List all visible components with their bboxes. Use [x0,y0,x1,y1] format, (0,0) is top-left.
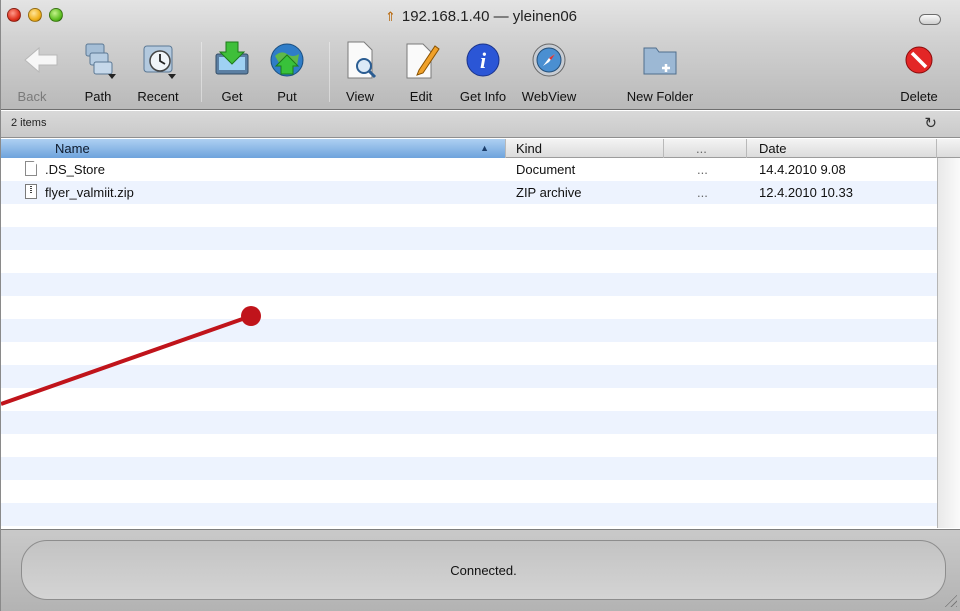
magnifier-document-icon [347,41,377,79]
file-list-header: Name ▲ Kind ... Date [1,139,960,158]
document-icon [25,161,37,176]
file-name: .DS_Store [45,162,105,177]
toolbar-toggle-button[interactable] [919,14,941,25]
file-kind: Document [516,162,576,177]
edit-button[interactable]: Edit [386,36,456,106]
recent-clock-icon [143,45,176,79]
put-label: Put [277,89,297,104]
path-folders-icon [85,43,116,79]
new-folder-icon [643,47,677,75]
file-date: 12.4.2010 10.33 [759,185,853,200]
column-header-more[interactable]: ... [664,139,747,158]
info-icon: i [466,43,500,77]
recent-label: Recent [137,89,179,104]
column-kind-label: Kind [516,141,543,156]
column-date-label: Date [759,141,787,156]
download-get-icon [215,41,249,75]
column-more-label: ... [696,141,707,156]
toolbar: Back Path Recent Get Put View Edit i Get… [1,36,960,108]
file-kind: ZIP archive [516,185,582,200]
empty-row [1,503,937,526]
put-button[interactable]: Put [252,36,322,106]
webview-button[interactable]: WebView [514,36,584,106]
empty-row [1,296,937,319]
refresh-icon[interactable]: ↻ [924,114,937,132]
new-folder-button[interactable]: New Folder [625,36,695,106]
webview-label: WebView [521,89,577,104]
empty-row [1,319,937,342]
table-row[interactable]: .DS_Store Document ... 14.4.2010 9.08 [1,158,937,181]
empty-row [1,411,937,434]
empty-row [1,457,937,480]
column-header-date[interactable]: Date [747,139,937,158]
sort-ascending-icon: ▲ [480,143,489,153]
status-area: Connected. [1,529,960,611]
ftp-browser-window: ⇑ 192.168.1.40 — yleinen06 Back Path Rec… [0,0,960,611]
file-more: ... [697,162,708,177]
back-label: Back [17,89,47,104]
get-info-label: Get Info [459,89,507,104]
delete-label: Delete [900,89,938,104]
empty-row [1,342,937,365]
empty-row [1,250,937,273]
file-name: flyer_valmiit.zip [45,185,134,200]
column-header-name[interactable]: Name ▲ [1,139,506,158]
delete-icon [905,46,933,74]
empty-row [1,227,937,250]
resize-grip-icon[interactable] [943,593,957,607]
connection-status: Connected. [450,563,517,578]
upload-put-icon [270,43,304,77]
empty-row [1,204,937,227]
item-count: 2 items [11,117,47,129]
file-more: ... [697,185,708,200]
view-label: View [346,89,374,104]
compass-icon [532,43,566,77]
get-info-button[interactable]: i Get Info [448,36,518,106]
status-bar: Connected. [21,540,946,600]
title-toolbar-area: ⇑ 192.168.1.40 — yleinen06 Back Path Rec… [1,0,960,110]
pencil-document-icon [406,43,440,79]
column-header-kind[interactable]: Kind [506,139,664,158]
svg-text:i: i [480,48,487,73]
new-folder-label: New Folder [626,89,694,104]
vertical-scrollbar[interactable] [937,158,960,528]
file-list: .DS_Store Document ... 14.4.2010 9.08 fl… [1,158,937,528]
empty-row [1,480,937,503]
empty-row [1,434,937,457]
zip-archive-icon [25,184,37,199]
window-title-bar: ⇑ 192.168.1.40 — yleinen06 [1,8,960,25]
items-info-bar: 2 items ↻ [1,111,960,138]
empty-row [1,365,937,388]
file-date: 14.4.2010 9.08 [759,162,846,177]
delete-button[interactable]: Delete [884,36,954,106]
view-button[interactable]: View [325,36,395,106]
table-row[interactable]: flyer_valmiit.zip ZIP archive ... 12.4.2… [1,181,937,204]
recent-button[interactable]: Recent [123,36,193,106]
edit-label: Edit [409,89,433,104]
column-name-label: Name [55,141,90,156]
empty-row [1,388,937,411]
window-title: 192.168.1.40 — yleinen06 [401,8,578,25]
back-arrow-icon [24,46,58,74]
home-folder-icon: ⇑ [384,9,396,24]
empty-row [1,273,937,296]
